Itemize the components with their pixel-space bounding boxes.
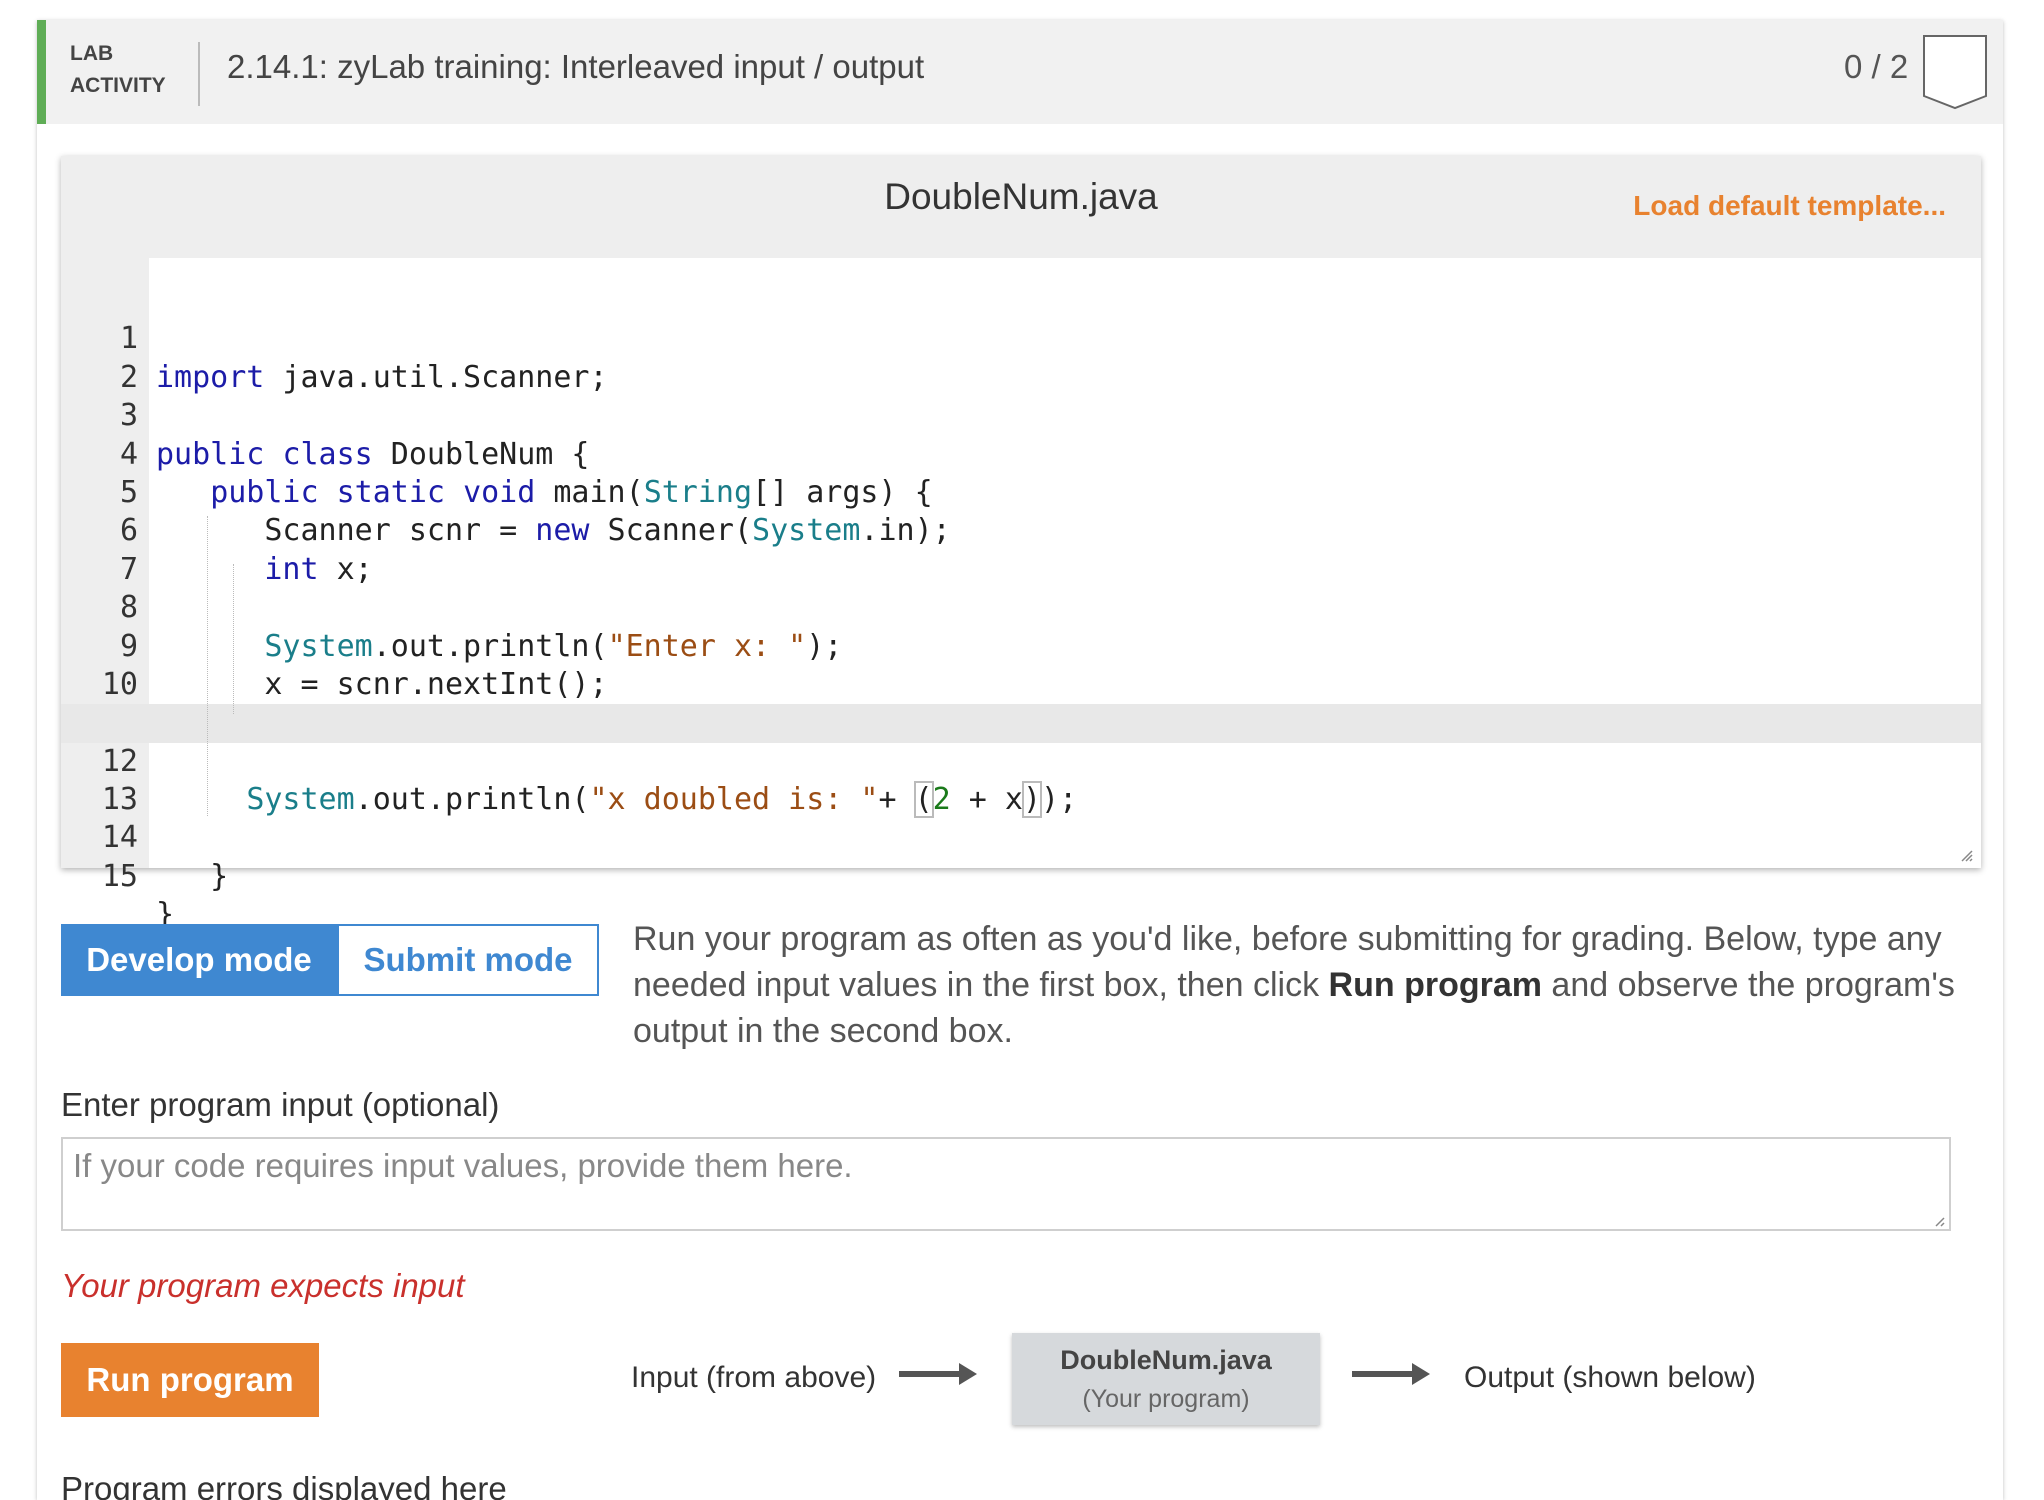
program-input-field[interactable]: [61, 1137, 1951, 1231]
indent-guide: [207, 516, 208, 816]
completion-badge-icon: [1923, 35, 1987, 110]
mode-toggle: Develop mode Submit mode: [61, 924, 599, 996]
program-box-name: DoubleNum.java: [1060, 1345, 1272, 1375]
code-line-active[interactable]: 12 System.out.println("x doubled is: "+ …: [61, 704, 1981, 819]
arrow-right-icon: [899, 1363, 977, 1385]
activity-title: 2.14.1: zyLab training: Interleaved inpu…: [227, 48, 925, 85]
code-line[interactable]: 10: [61, 628, 1981, 702]
code-line[interactable]: 7: [61, 512, 1981, 587]
input-resize-handle-icon[interactable]: [1931, 1213, 1945, 1227]
arrow-right-icon: [1352, 1363, 1430, 1385]
program-box: DoubleNum.java (Your program): [1012, 1333, 1320, 1425]
develop-mode-button[interactable]: Develop mode: [61, 924, 337, 996]
load-default-template-link[interactable]: Load default template...: [1633, 190, 1946, 222]
code-line[interactable]: 3 public class DoubleNum {: [61, 359, 1981, 471]
code-line[interactable]: 4 public static void main(String[] args)…: [61, 397, 1981, 510]
run-instructions: Run your program as often as you'd like,…: [633, 916, 2003, 1054]
line-number: 15: [101, 858, 138, 894]
editor-header: DoubleNum.java Load default template...: [61, 156, 1981, 258]
code-line[interactable]: 2: [61, 320, 1981, 395]
code-area[interactable]: 1 import java.util.Scanner; 2 3 public c…: [61, 282, 1981, 932]
lab-label-line2: ACTIVITY: [70, 74, 166, 97]
activity-header: LAB ACTIVITY 2.14.1: zyLab training: Int…: [37, 20, 2003, 124]
lab-label-line1: LAB: [70, 42, 114, 65]
program-input-label: Enter program input (optional): [61, 1086, 500, 1123]
code-line[interactable]: 5 Scanner scnr = new Scanner(System.in);: [61, 436, 1981, 548]
code-line[interactable]: 9 x = scnr.nextInt();: [61, 589, 1981, 702]
instructions-run-program: Run program: [1328, 966, 1542, 1004]
program-errors-label: Program errors displayed here: [61, 1470, 507, 1500]
run-program-button[interactable]: Run program: [61, 1343, 319, 1417]
code-line[interactable]: 8 System.out.println("Enter x: ");: [61, 551, 1981, 663]
lab-activity-label: LAB ACTIVITY: [70, 38, 166, 102]
code-line[interactable]: 1 import java.util.Scanner;: [61, 282, 1981, 394]
expects-input-warning: Your program expects input: [61, 1267, 465, 1304]
code-line[interactable]: 11: [61, 666, 1981, 740]
score-counter: 0 / 2: [1844, 48, 1909, 85]
indent-guide: [233, 564, 234, 714]
program-box-caption: (Your program): [1082, 1385, 1250, 1413]
code-line[interactable]: 15 }: [61, 819, 1981, 932]
submit-mode-button[interactable]: Submit mode: [337, 924, 599, 996]
flow-input-caption: Input (from above): [631, 1361, 877, 1394]
editor-resize-handle-icon[interactable]: [1959, 848, 1973, 862]
code-line[interactable]: 14 }: [61, 781, 1981, 893]
code-line[interactable]: 13: [61, 743, 1981, 817]
header-divider: [198, 42, 200, 106]
flow-output-caption: Output (shown below): [1464, 1361, 1756, 1394]
code-line[interactable]: 6 int x;: [61, 474, 1981, 586]
code-editor[interactable]: DoubleNum.java Load default template... …: [61, 156, 1981, 932]
lab-activity-card: LAB ACTIVITY 2.14.1: zyLab training: Int…: [37, 20, 2003, 1500]
